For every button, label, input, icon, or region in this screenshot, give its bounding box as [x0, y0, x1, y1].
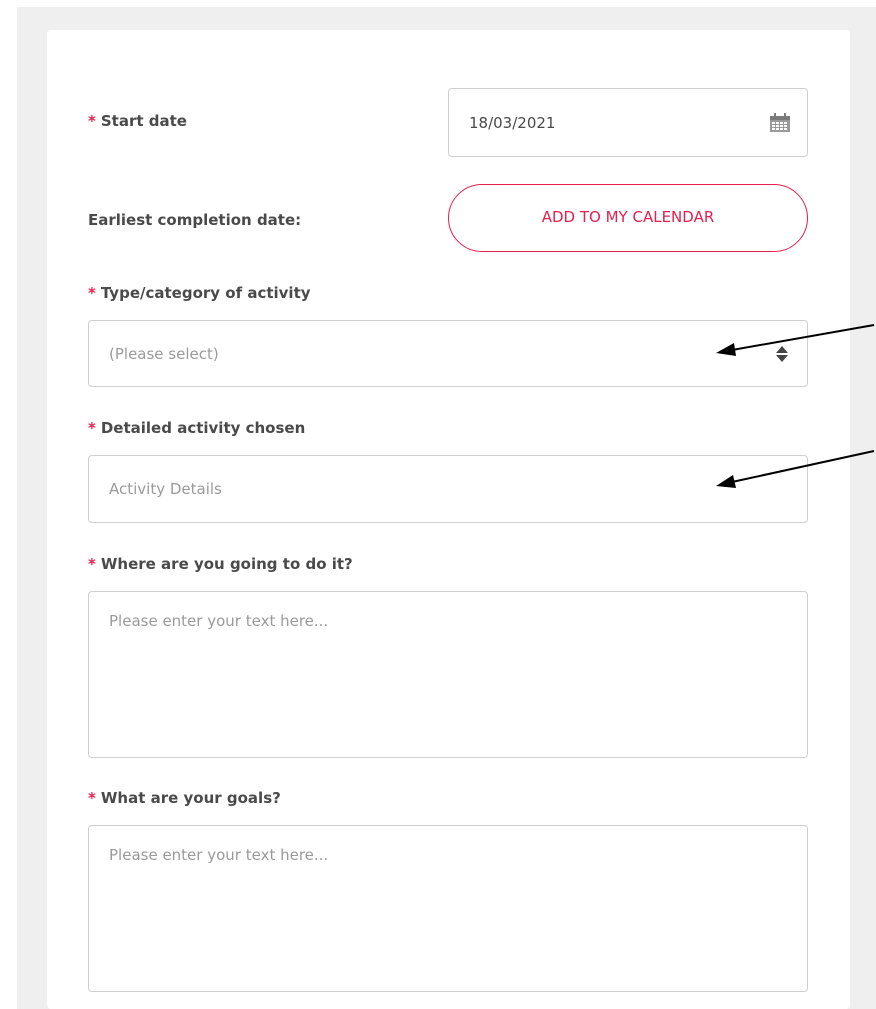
activity-details-input[interactable]: Activity Details [88, 455, 808, 523]
start-date-value: 18/03/2021 [469, 113, 556, 132]
start-date-label-text: Start date [100, 112, 187, 130]
start-date-label: * Start date [88, 112, 187, 130]
required-asterisk: * [88, 284, 96, 302]
required-asterisk: * [88, 112, 96, 130]
required-asterisk: * [88, 555, 96, 573]
type-category-select[interactable]: (Please select) [88, 320, 808, 387]
required-asterisk: * [88, 419, 96, 437]
start-date-input[interactable]: 18/03/2021 [448, 88, 808, 157]
goals-label: * What are your goals? [88, 789, 281, 807]
detailed-activity-label-text: Detailed activity chosen [100, 419, 306, 437]
where-textarea[interactable]: Please enter your text here... [88, 591, 808, 758]
type-category-label-text: Type/category of activity [100, 284, 311, 302]
where-label-text: Where are you going to do it? [100, 555, 353, 573]
earliest-completion-label: Earliest completion date: [88, 211, 302, 229]
type-category-placeholder: (Please select) [109, 344, 219, 363]
sort-arrows-icon [776, 345, 788, 362]
type-category-label: * Type/category of activity [88, 284, 311, 302]
calendar-icon[interactable] [769, 112, 791, 133]
activity-details-placeholder: Activity Details [109, 480, 222, 498]
goals-placeholder: Please enter your text here... [109, 846, 329, 864]
goals-textarea[interactable]: Please enter your text here... [88, 825, 808, 992]
where-placeholder: Please enter your text here... [109, 612, 329, 630]
detailed-activity-label: * Detailed activity chosen [88, 419, 305, 437]
required-asterisk: * [88, 789, 96, 807]
goals-label-text: What are your goals? [100, 789, 281, 807]
where-label: * Where are you going to do it? [88, 555, 353, 573]
add-to-calendar-button[interactable]: ADD TO MY CALENDAR [448, 184, 808, 252]
